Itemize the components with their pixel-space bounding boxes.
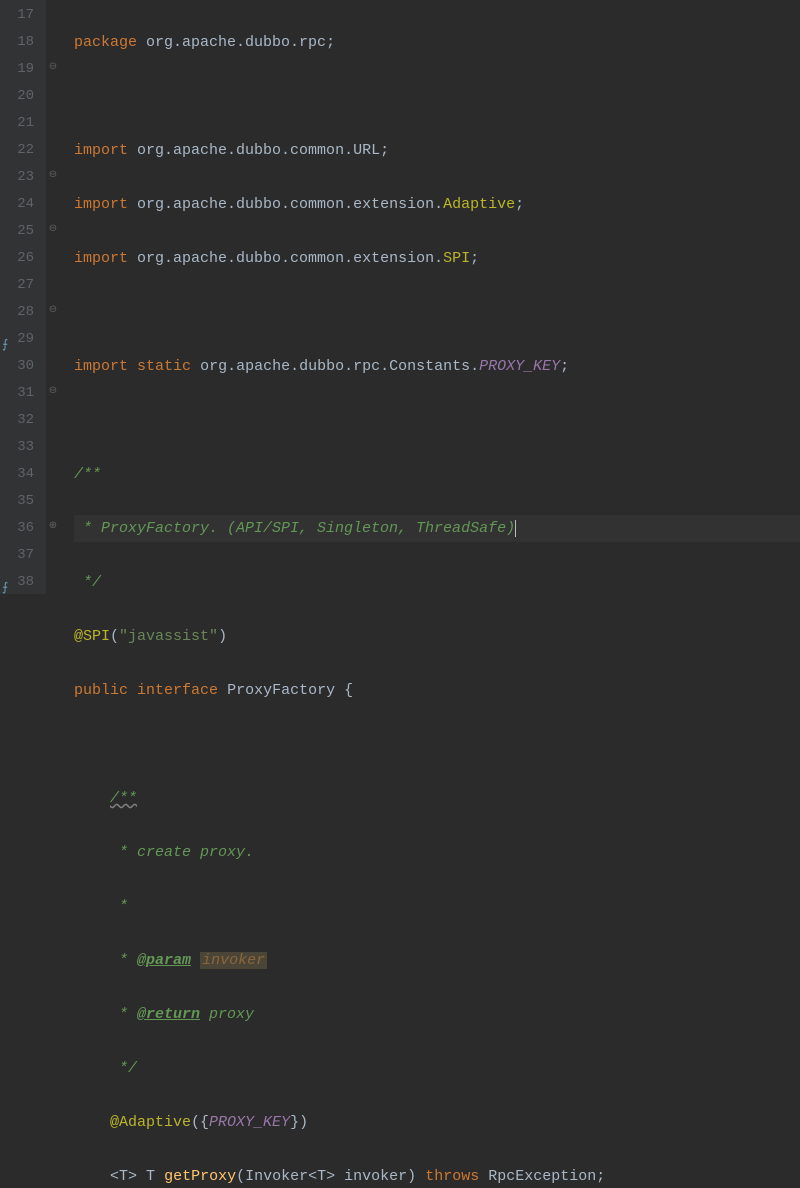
line-number: 24 <box>4 191 34 218</box>
line-number: 32 <box>4 407 34 434</box>
code-line[interactable]: public interface ProxyFactory { <box>74 677 800 704</box>
line-number: ⨍38 <box>4 569 34 596</box>
code-line[interactable]: */ <box>74 1055 800 1082</box>
line-number: ⨍29 <box>4 326 34 353</box>
code-line[interactable]: */ <box>74 569 800 596</box>
line-number: 17 <box>4 2 34 29</box>
code-line[interactable]: <T> T getProxy(Invoker<T> invoker) throw… <box>74 1163 800 1188</box>
line-number: 35 <box>4 488 34 515</box>
line-number: 34 <box>4 461 34 488</box>
line-number: 23 <box>4 164 34 191</box>
code-line[interactable]: * @param invoker <box>74 947 800 974</box>
code-line-current[interactable]: * ProxyFactory. (API/SPI, Singleton, Thr… <box>74 515 800 542</box>
line-number: 22 <box>4 137 34 164</box>
line-number: 19 <box>4 56 34 83</box>
code-line[interactable]: package org.apache.dubbo.rpc; <box>74 29 800 56</box>
fold-toggle-icon[interactable]: ⊖ <box>46 54 60 81</box>
code-line[interactable] <box>74 83 800 110</box>
line-number: 36 <box>4 515 34 542</box>
code-line[interactable]: @SPI("javassist") <box>74 623 800 650</box>
code-editor[interactable]: 17 18 19 20 21 22 23 24 25 26 27 28 ⨍29 … <box>0 0 800 594</box>
code-line[interactable]: import static org.apache.dubbo.rpc.Const… <box>74 353 800 380</box>
line-number: 26 <box>4 245 34 272</box>
fold-toggle-icon[interactable]: ⊖ <box>46 162 60 189</box>
line-number: 31 <box>4 380 34 407</box>
code-line[interactable]: @Adaptive({PROXY_KEY}) <box>74 1109 800 1136</box>
line-number: 25 <box>4 218 34 245</box>
fold-gutter: ⊖ ⊖ ⊖ ⊖ ⊖ ⊕ <box>46 0 60 594</box>
code-line[interactable]: import org.apache.dubbo.common.extension… <box>74 245 800 272</box>
code-line[interactable]: * @return proxy <box>74 1001 800 1028</box>
text-caret <box>515 520 516 537</box>
fold-toggle-icon[interactable]: ⊖ <box>46 297 60 324</box>
code-line[interactable]: import org.apache.dubbo.common.URL; <box>74 137 800 164</box>
code-line[interactable]: /** <box>74 785 800 812</box>
code-line[interactable] <box>74 407 800 434</box>
fold-toggle-icon[interactable]: ⊖ <box>46 216 60 243</box>
line-number: 28 <box>4 299 34 326</box>
code-line[interactable]: * create proxy. <box>74 839 800 866</box>
code-line[interactable]: import org.apache.dubbo.common.extension… <box>74 191 800 218</box>
line-number: 21 <box>4 110 34 137</box>
fold-toggle-icon[interactable]: ⊕ <box>46 513 60 540</box>
code-line[interactable]: /** <box>74 461 800 488</box>
line-number: 18 <box>4 29 34 56</box>
code-line[interactable] <box>74 731 800 758</box>
line-number: 20 <box>4 83 34 110</box>
fold-toggle-icon[interactable]: ⊖ <box>46 378 60 405</box>
line-number: 27 <box>4 272 34 299</box>
line-number: 37 <box>4 542 34 569</box>
line-number: 30 <box>4 353 34 380</box>
code-line[interactable] <box>74 299 800 326</box>
line-number: 33 <box>4 434 34 461</box>
method-marker-icon[interactable]: ⨍ <box>2 575 8 602</box>
line-number-gutter: 17 18 19 20 21 22 23 24 25 26 27 28 ⨍29 … <box>0 0 46 594</box>
code-area[interactable]: package org.apache.dubbo.rpc; import org… <box>60 0 800 594</box>
code-line[interactable]: * <box>74 893 800 920</box>
